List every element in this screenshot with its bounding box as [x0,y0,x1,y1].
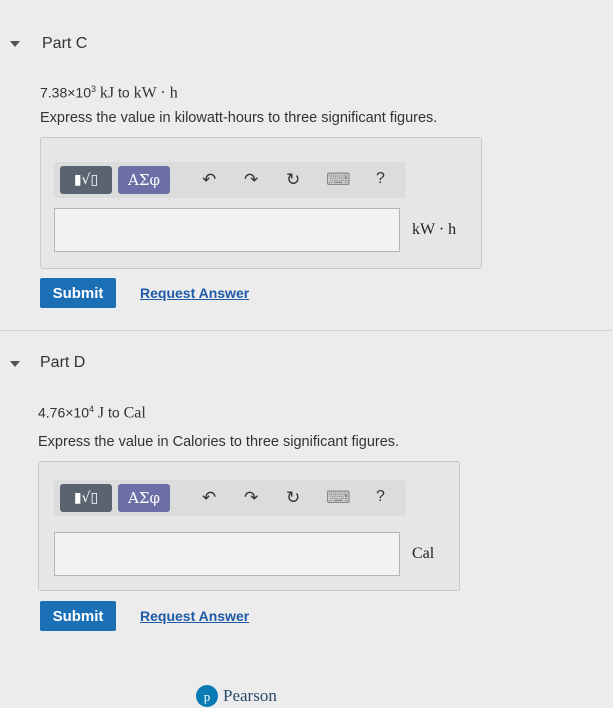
answer-input[interactable] [54,532,400,576]
request-answer-link[interactable]: Request Answer [140,608,249,624]
undo-icon[interactable]: ↶ [202,488,216,508]
reset-icon[interactable]: ↻ [286,488,300,508]
submit-button[interactable]: Submit [40,601,116,631]
help-button[interactable]: ? [376,170,385,188]
problem-statement: 7.38×103 kJ to kW · h [40,84,178,102]
request-answer-link[interactable]: Request Answer [140,285,249,301]
svg-text:p: p [204,689,211,704]
part-c-header[interactable]: Part C [0,20,613,70]
unit-label: Cal [412,545,435,562]
redo-icon[interactable]: ↷ [244,488,258,508]
answer-input[interactable] [54,208,400,252]
instructions: Express the value in Calories to three s… [38,434,400,450]
templates-button[interactable]: ▮√▯ [60,166,112,194]
part-d-header[interactable]: Part D [0,340,613,390]
undo-icon[interactable]: ↶ [202,170,216,190]
templates-button[interactable]: ▮√▯ [60,484,112,512]
reset-icon[interactable]: ↻ [286,170,300,190]
math-toolbar: ▮√▯ ΑΣφ ↶ ↷ ↻ ⌨ ? [54,480,406,516]
pearson-logo-icon: p [196,685,218,707]
redo-icon[interactable]: ↷ [244,170,258,190]
collapse-caret-icon[interactable] [10,361,20,367]
keyboard-icon[interactable]: ⌨ [326,170,351,190]
help-button[interactable]: ? [376,488,385,506]
instructions: Express the value in kilowatt-hours to t… [40,110,438,126]
divider [0,330,613,331]
pearson-wordmark: Pearson [223,686,277,705]
part-title: Part C [42,35,88,52]
unit-label: kW · h [412,221,457,238]
collapse-caret-icon[interactable] [10,41,20,47]
symbols-button[interactable]: ΑΣφ [118,484,170,512]
submit-button[interactable]: Submit [40,278,116,308]
part-title: Part D [40,354,86,371]
symbols-button[interactable]: ΑΣφ [118,166,170,194]
keyboard-icon[interactable]: ⌨ [326,488,351,508]
math-toolbar: ▮√▯ ΑΣφ ↶ ↷ ↻ ⌨ ? [54,162,406,198]
problem-statement: 4.76×104 J to Cal [38,404,146,422]
